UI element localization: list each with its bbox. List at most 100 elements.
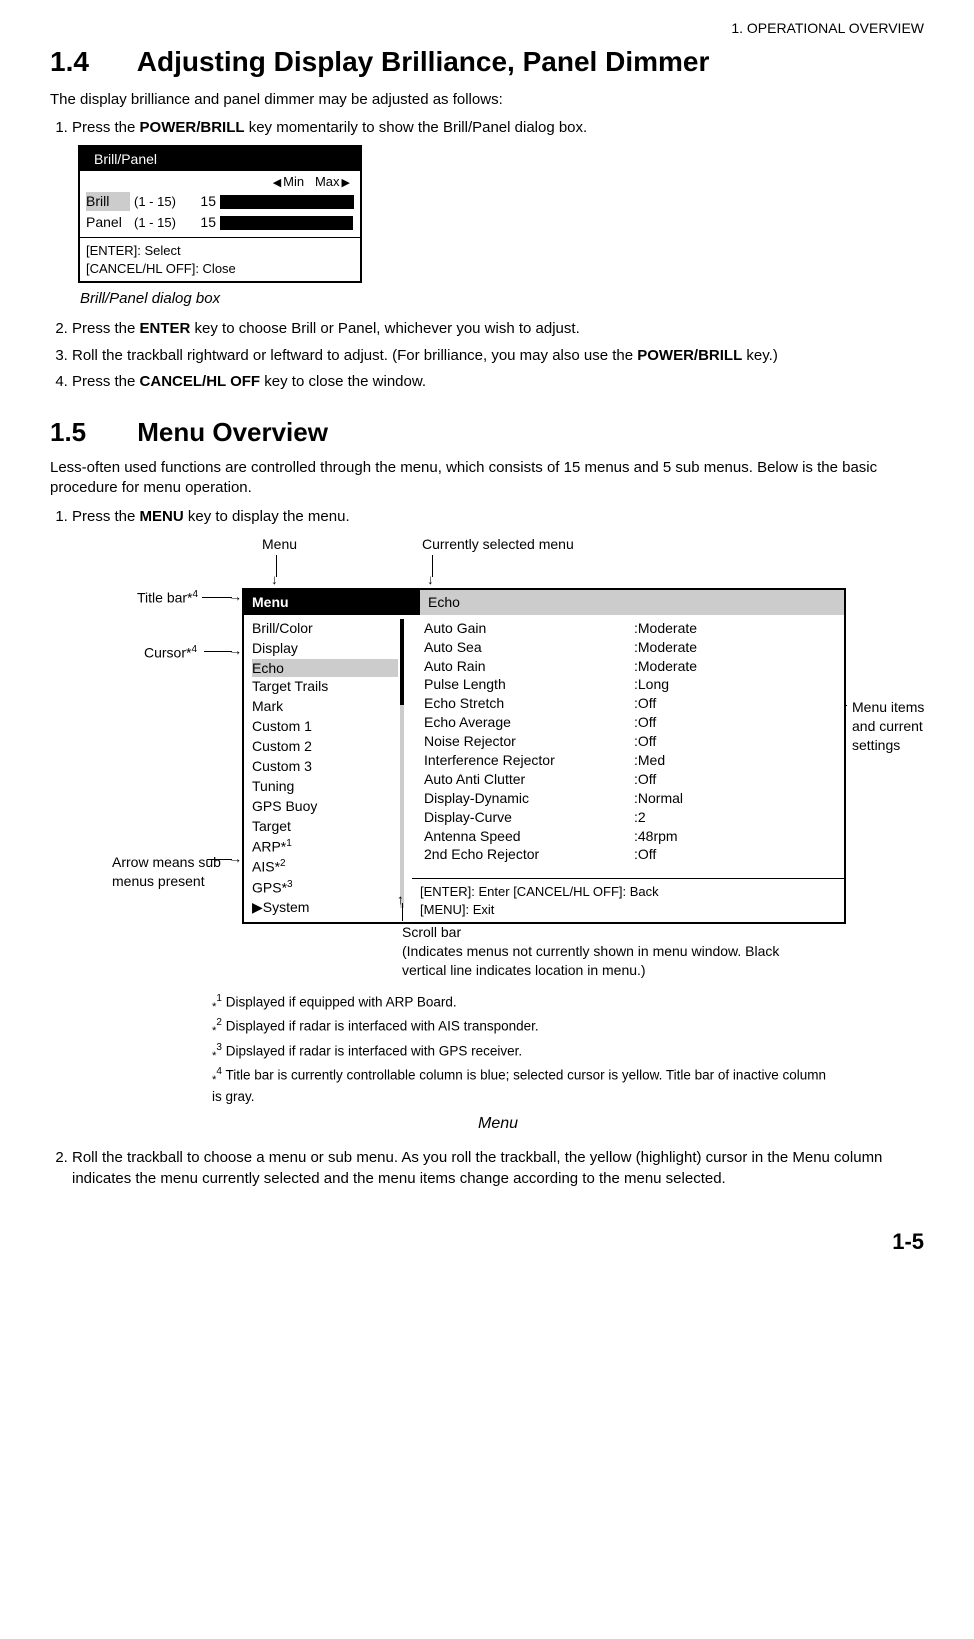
setting-value: :Off [634, 713, 836, 732]
menu-left-item: Display [252, 639, 412, 659]
menu-setting-row: Display-Dynamic:Normal [424, 789, 836, 808]
menu-setting-row: Pulse Length:Long [424, 675, 836, 694]
setting-value: :Med [634, 751, 836, 770]
setting-name: Auto Gain [424, 619, 634, 638]
setting-name: Display-Dynamic [424, 789, 634, 808]
menu-footer: [ENTER]: Enter [CANCEL/HL OFF]: Back [ME… [412, 878, 844, 922]
menu-left-item: Echo [252, 659, 398, 678]
label-cursor: Cursor*4 [144, 643, 197, 663]
step-1-4-3: Roll the trackball rightward or leftward… [72, 346, 924, 366]
page-number: 1-5 [50, 1229, 924, 1255]
arrow-menu-top: ↓ [276, 555, 277, 577]
setting-name: Echo Stretch [424, 694, 634, 713]
label-scroll-bar: Scroll bar (Indicates menus not currentl… [402, 923, 822, 980]
brill-label: Brill [86, 192, 130, 211]
setting-name: 2nd Echo Rejector [424, 845, 634, 864]
section-title: Adjusting Display Brilliance, Panel Dimm… [137, 46, 710, 77]
setting-value: :Long [634, 675, 836, 694]
setting-value: :Moderate [634, 619, 836, 638]
setting-name: Interference Rejector [424, 751, 634, 770]
setting-name: Pulse Length [424, 675, 634, 694]
menu-left-item: GPS Buoy [252, 797, 412, 817]
section-title: Menu Overview [137, 417, 328, 447]
section-num: 1.5 [50, 417, 130, 448]
arrow-title-bar: → [202, 597, 232, 598]
step-1-4-2: Press the ENTER key to choose Brill or P… [72, 319, 924, 339]
menu-left-item: Brill/Color [252, 619, 412, 639]
setting-value: :48rpm [634, 827, 836, 846]
menu-left-item: Target Trails [252, 677, 412, 697]
triangle-right-icon [340, 174, 350, 189]
dialog-title: Brill/Panel [80, 147, 360, 172]
setting-name: Display-Curve [424, 808, 634, 827]
menu-right-column: Auto Gain:ModerateAuto Sea:ModerateAuto … [412, 615, 844, 922]
section-num: 1.4 [50, 46, 130, 78]
menu-caption: Menu [72, 1113, 924, 1135]
menu-titlebar: Menu Echo [244, 590, 844, 615]
chapter-header: 1. OPERATIONAL OVERVIEW [50, 20, 924, 36]
triangle-left-icon [273, 174, 283, 189]
label-current-menu: Currently selected menu [422, 535, 574, 554]
intro-1-4: The display brilliance and panel dimmer … [50, 90, 924, 110]
setting-name: Auto Sea [424, 638, 634, 657]
step-1-5-1: Press the MENU key to display the menu. … [72, 507, 924, 1135]
label-menu-top: Menu [262, 535, 297, 554]
menu-title-right: Echo [420, 590, 844, 615]
menu-setting-row: 2nd Echo Rejector:Off [424, 845, 836, 864]
label-menu-items-side: Menu items and current settings [852, 698, 932, 755]
dialog-caption: Brill/Panel dialog box [80, 289, 924, 309]
menu-setting-row: Auto Rain:Moderate [424, 657, 836, 676]
menu-left-item: ARP*1 [252, 837, 412, 858]
menu-setting-row: Interference Rejector:Med [424, 751, 836, 770]
menu-setting-row: Echo Stretch:Off [424, 694, 836, 713]
menu-figure: Menu ↓ Currently selected menu ↓ Title b… [72, 533, 932, 1103]
menu-left-item: AIS*2 [252, 857, 412, 878]
menu-setting-row: Antenna Speed:48rpm [424, 827, 836, 846]
menu-scrollbar [400, 619, 404, 908]
menu-left-item: ▶System [252, 898, 412, 918]
label-arrow-sub: Arrow means sub menus present [112, 853, 222, 891]
setting-value: :Off [634, 770, 836, 789]
brill-bar [220, 195, 354, 209]
setting-name: Antenna Speed [424, 827, 634, 846]
arrow-cursor: → [204, 651, 232, 652]
setting-value: :2 [634, 808, 836, 827]
menu-box: Menu Echo Brill/ColorDisplayEchoTarget T… [242, 588, 846, 924]
brill-panel-dialog: Brill/Panel Min Max Brill (1 - 15) 15 Pa… [78, 145, 362, 284]
panel-row: Panel (1 - 15) 15 [86, 212, 354, 233]
label-title-bar: Title bar*4 [137, 588, 198, 608]
arrow-current-menu: ↓ [432, 555, 433, 577]
setting-value: :Off [634, 732, 836, 751]
section-1-5-heading: 1.5 Menu Overview [50, 417, 924, 448]
footnotes: *1 Displayed if equipped with ARP Board.… [212, 991, 832, 1108]
intro-1-5: Less-often used functions are controlled… [50, 458, 924, 499]
menu-setting-row: Auto Sea:Moderate [424, 638, 836, 657]
menu-setting-row: Echo Average:Off [424, 713, 836, 732]
setting-name: Auto Anti Clutter [424, 770, 634, 789]
step-1-4-4: Press the CANCEL/HL OFF key to close the… [72, 372, 924, 392]
setting-name: Noise Rejector [424, 732, 634, 751]
step-1-4-1: Press the POWER/BRILL key momentarily to… [72, 118, 924, 309]
menu-title-left: Menu [244, 590, 420, 615]
dialog-footer: [ENTER]: Select [CANCEL/HL OFF]: Close [80, 237, 360, 281]
menu-setting-row: Auto Anti Clutter:Off [424, 770, 836, 789]
arrow-scrollbar: ↑ [402, 903, 403, 921]
arrow-sub-line: → [207, 859, 232, 860]
menu-left-item: Tuning [252, 777, 412, 797]
setting-value: :Moderate [634, 657, 836, 676]
menu-setting-row: Display-Curve:2 [424, 808, 836, 827]
section-1-4-heading: 1.4 Adjusting Display Brilliance, Panel … [50, 46, 924, 78]
menu-left-item: Custom 3 [252, 757, 412, 777]
menu-left-item: GPS*3 [252, 878, 412, 899]
step-1-5-2: Roll the trackball to choose a menu or s… [72, 1148, 924, 1189]
menu-setting-row: Noise Rejector:Off [424, 732, 836, 751]
menu-left-column: Brill/ColorDisplayEchoTarget TrailsMarkC… [244, 615, 412, 922]
scrollbar-thumb [400, 619, 404, 706]
menu-left-item: Custom 2 [252, 737, 412, 757]
setting-value: :Moderate [634, 638, 836, 657]
menu-setting-row: Auto Gain:Moderate [424, 619, 836, 638]
setting-value: :Off [634, 694, 836, 713]
menu-left-item: Target [252, 817, 412, 837]
min-max-header: Min Max [86, 173, 354, 191]
brill-row: Brill (1 - 15) 15 [86, 191, 354, 212]
